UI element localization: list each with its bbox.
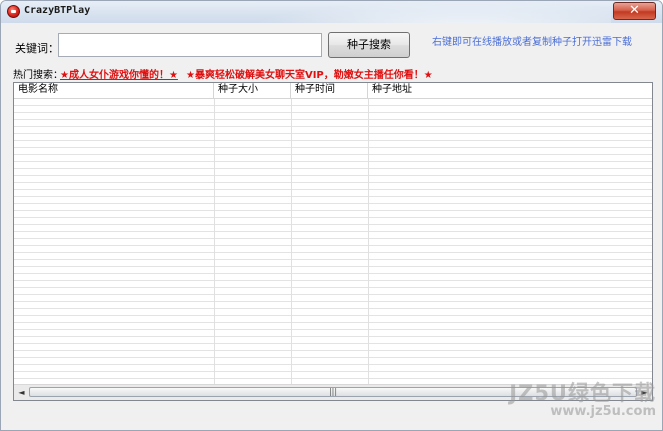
column-divider <box>291 99 292 386</box>
column-header-movie-name[interactable]: 电影名称 <box>14 83 214 98</box>
watermark-logo: JZ5U绿色下载 www.jz5u.com <box>486 382 656 426</box>
keyword-label: 关键词： <box>15 42 59 55</box>
list-header: 电影名称 种子大小 种子时间 种子地址 <box>14 83 652 99</box>
scroll-left-arrow-icon[interactable]: ◄ <box>14 385 29 400</box>
app-icon <box>7 5 20 18</box>
watermark-url: www.jz5u.com <box>550 404 656 419</box>
title-bar[interactable]: CrazyBTPlay ✕ <box>1 1 662 23</box>
results-list[interactable]: 电影名称 种子大小 种子时间 种子地址 ◄ ||| ► <box>13 82 653 401</box>
app-window: CrazyBTPlay ✕ 关键词： 种子搜索 右键即可在线播放或者复制种子打开… <box>0 0 663 431</box>
hot-search-link-2[interactable]: ★暴爽轻松破解美女聊天室VIP，勒嫩女主播任你看！★ <box>186 66 433 81</box>
keyword-input[interactable] <box>58 33 322 57</box>
close-button[interactable]: ✕ <box>613 2 656 20</box>
column-header-seed-time[interactable]: 种子时间 <box>291 83 368 98</box>
usage-hint: 右键即可在线播放或者复制种子打开迅雷下载 <box>432 37 632 48</box>
seed-search-button[interactable]: 种子搜索 <box>328 32 410 58</box>
hot-search-link-1[interactable]: ★成人女仆游戏你懂的！★ <box>60 66 178 81</box>
column-header-seed-size[interactable]: 种子大小 <box>214 83 291 98</box>
watermark-brand: JZ5U绿色下载 <box>509 381 656 405</box>
title-bar-decoration <box>251 1 611 23</box>
empty-rows-area[interactable] <box>14 99 652 386</box>
column-divider <box>368 99 369 386</box>
column-header-seed-address[interactable]: 种子地址 <box>368 83 652 98</box>
window-title: CrazyBTPlay <box>24 5 91 16</box>
column-divider <box>214 99 215 386</box>
hot-search-label: 热门搜索： <box>13 70 63 81</box>
